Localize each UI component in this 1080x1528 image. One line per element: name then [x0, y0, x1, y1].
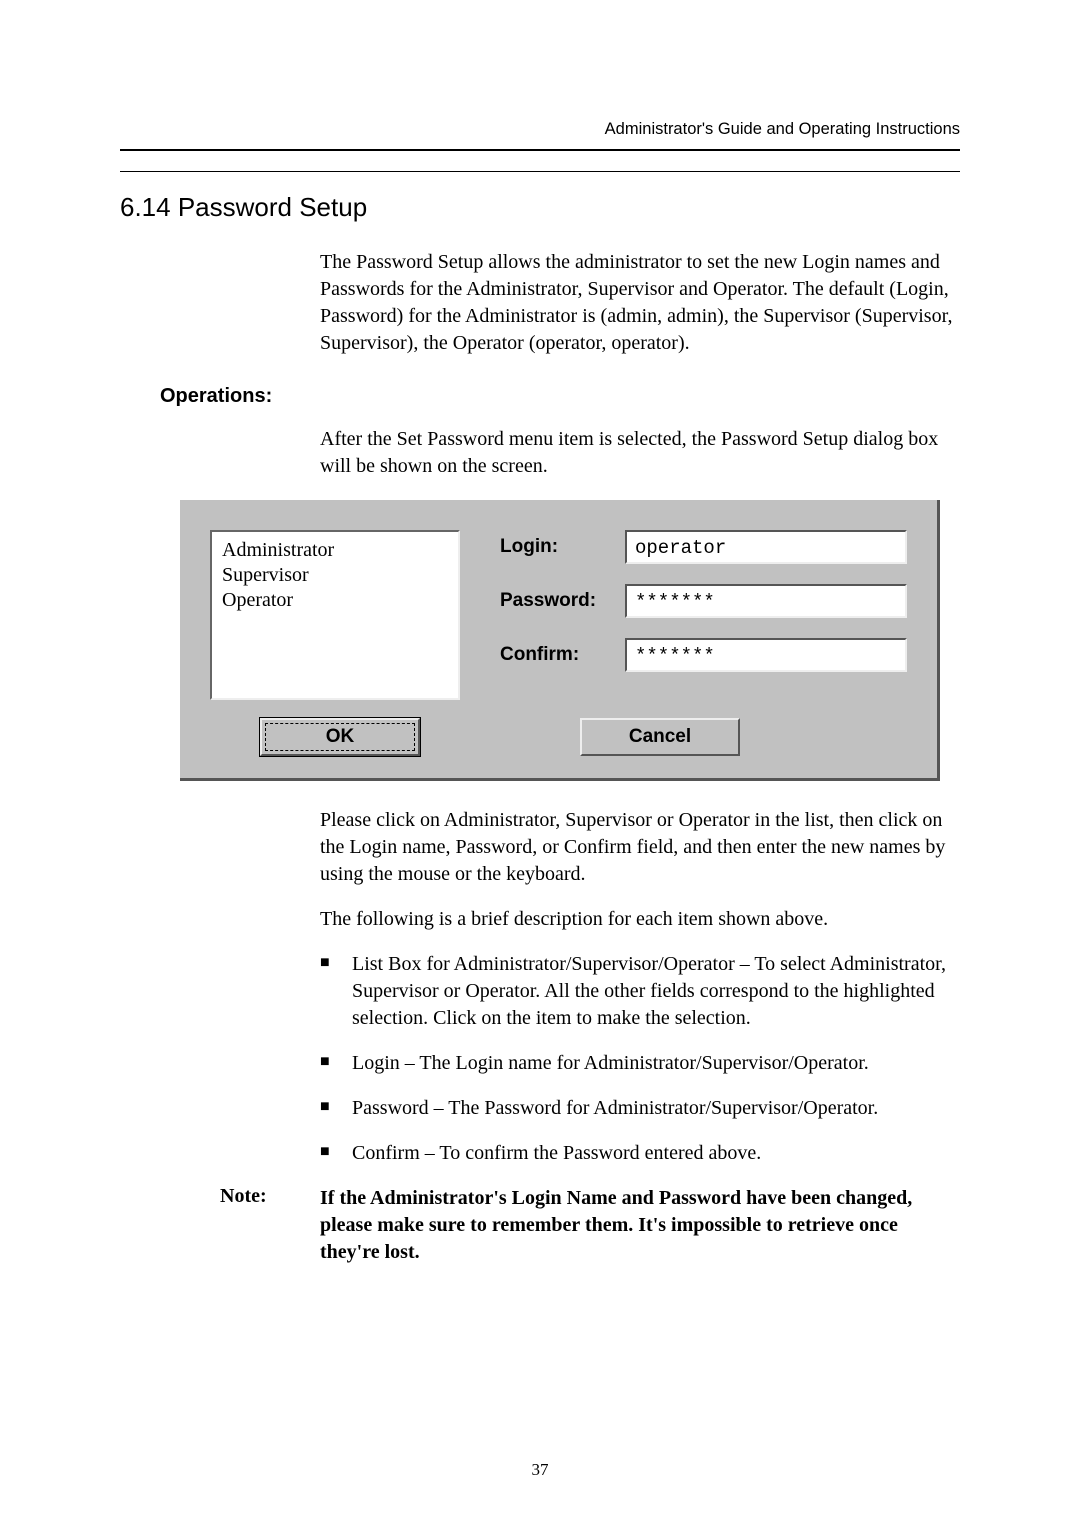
- password-label: Password:: [500, 590, 625, 612]
- operations-lead: After the Set Password menu item is sele…: [320, 426, 960, 480]
- login-label: Login:: [500, 536, 625, 558]
- header-rule: [120, 149, 960, 151]
- confirm-input[interactable]: *******: [625, 638, 907, 672]
- running-header: Administrator's Guide and Operating Inst…: [120, 120, 960, 139]
- page-number: 37: [0, 1460, 1080, 1480]
- list-item[interactable]: Administrator: [222, 538, 448, 563]
- header-rule-2: [120, 171, 960, 172]
- operations-heading: Operations:: [160, 385, 960, 408]
- list-item: Login – The Login name for Administrator…: [320, 1050, 960, 1077]
- login-input[interactable]: operator: [625, 530, 907, 564]
- intro-paragraph: The Password Setup allows the administra…: [320, 249, 960, 357]
- list-item[interactable]: Supervisor: [222, 563, 448, 588]
- fields-group: Login: operator Password: ******* Confir…: [460, 530, 907, 700]
- note-label: Note:: [220, 1185, 320, 1266]
- after-dialog-p1: Please click on Administrator, Superviso…: [320, 807, 960, 888]
- after-dialog-p2: The following is a brief description for…: [320, 906, 960, 933]
- note-block: Note: If the Administrator's Login Name …: [120, 1185, 960, 1266]
- note-body: If the Administrator's Login Name and Pa…: [320, 1185, 960, 1266]
- list-item: List Box for Administrator/Supervisor/Op…: [320, 951, 960, 1032]
- password-input[interactable]: *******: [625, 584, 907, 618]
- section-heading: 6.14 Password Setup: [120, 192, 960, 223]
- cancel-button[interactable]: Cancel: [580, 718, 740, 756]
- ok-button[interactable]: OK: [260, 718, 420, 756]
- list-item: Password – The Password for Administrato…: [320, 1095, 960, 1122]
- list-item[interactable]: Operator: [222, 588, 448, 613]
- password-setup-dialog: Administrator Supervisor Operator Login:…: [180, 500, 940, 781]
- bullet-list: List Box for Administrator/Supervisor/Op…: [320, 951, 960, 1167]
- list-item: Confirm – To confirm the Password entere…: [320, 1140, 960, 1167]
- role-listbox[interactable]: Administrator Supervisor Operator: [210, 530, 460, 700]
- confirm-label: Confirm:: [500, 644, 625, 666]
